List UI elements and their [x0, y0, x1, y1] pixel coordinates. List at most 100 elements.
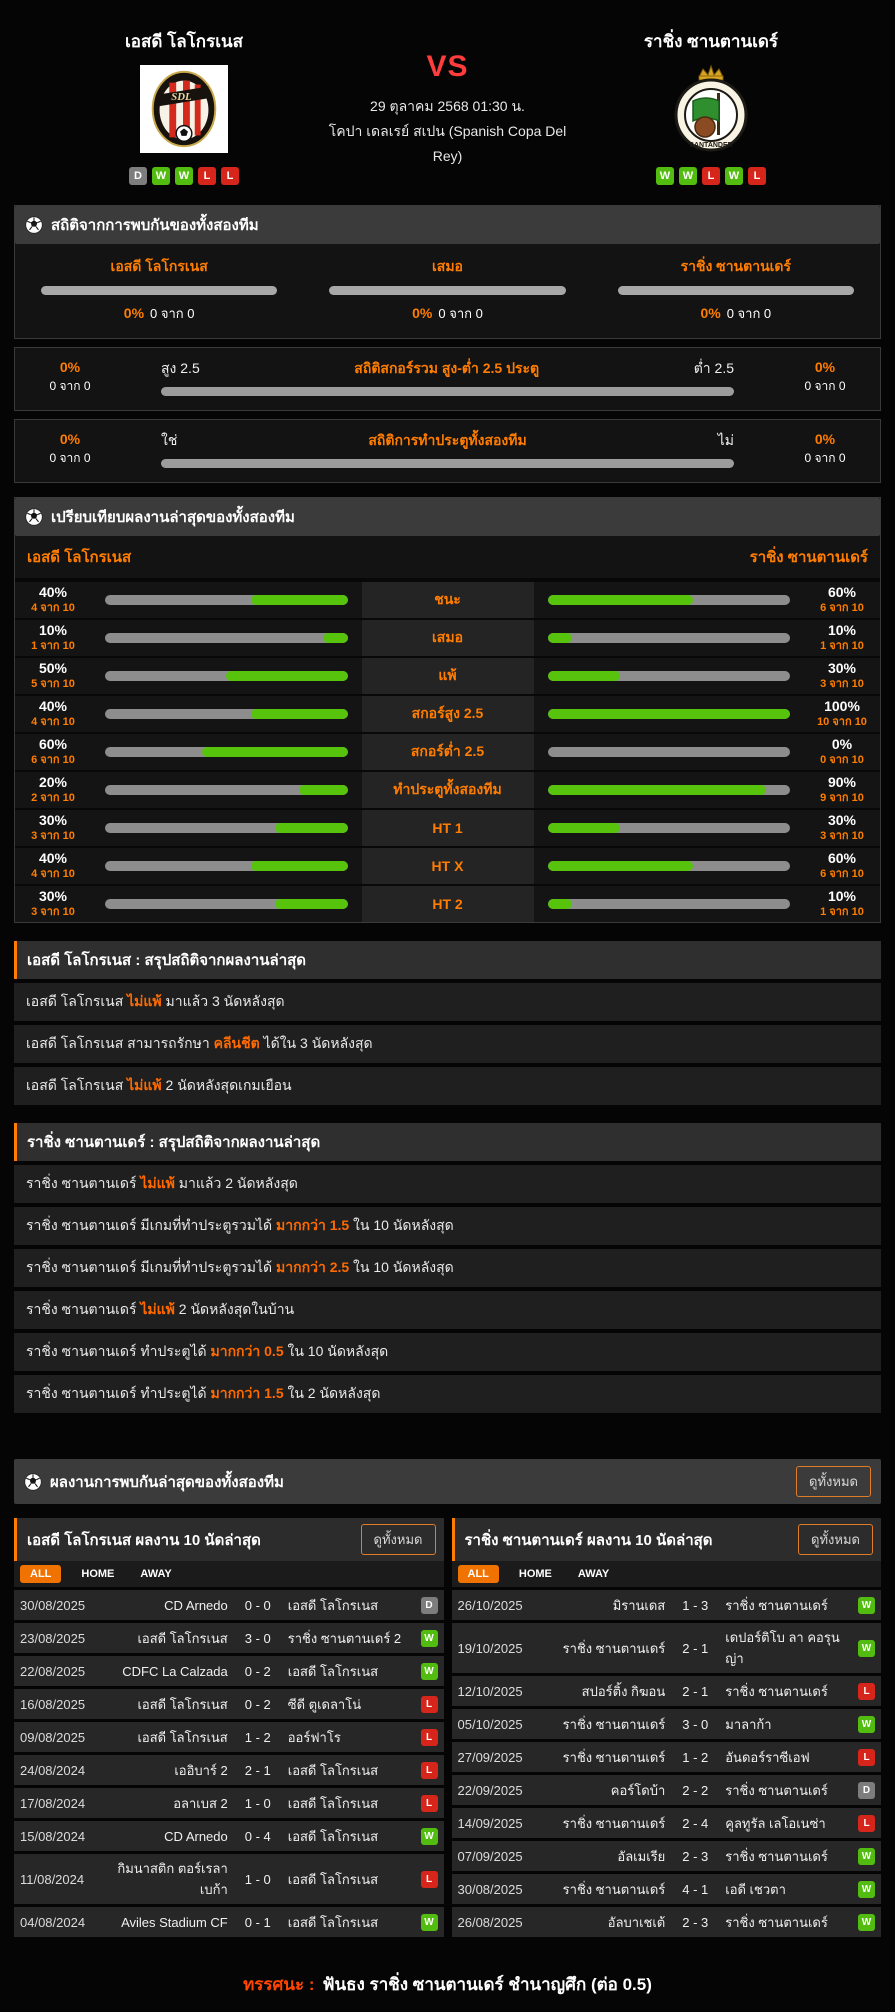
away-count: 3 จาก 10 [804, 830, 880, 844]
sd-logrones-crest-icon: SDL [140, 65, 228, 153]
match-away-team: มาลาก้า [725, 1714, 843, 1735]
match-result-badge: W [421, 1663, 438, 1680]
match-result-badge: L [421, 1762, 438, 1779]
away-team-block: ราชิ่ง ซานตานเดร์ SANTANDER WWLWL [571, 28, 851, 185]
tab-home[interactable]: HOME [513, 1565, 558, 1583]
over-label: สูง 2.5 [161, 358, 200, 380]
away-percent: 100% [804, 698, 880, 716]
btts-yes-percent: 0% [60, 431, 80, 447]
match-result-badge: L [421, 1795, 438, 1812]
home-progress-bar [105, 785, 348, 795]
match-row: 24/08/2024 เออิบาร์ 2 2 - 1 เอสดี โลโกรเ… [14, 1755, 444, 1785]
match-away-team: เอดี เชวตา [725, 1879, 843, 1900]
home-summary-header: เอสดี โลโกรเนส : สรุปสถิติจากผลงานล่าสุด [14, 941, 881, 979]
vs-label: VS [426, 50, 468, 84]
form-result-badge: L [748, 167, 766, 185]
match-result-badge: L [421, 1729, 438, 1746]
match-home-team: CD Arnedo [110, 1829, 228, 1844]
match-date: 24/08/2024 [20, 1763, 106, 1778]
match-score: 0 - 0 [232, 1598, 284, 1613]
away-percent: 60% [804, 850, 880, 868]
btts-no-label: ไม่ [718, 430, 734, 452]
away-progress-bar [548, 823, 791, 833]
match-away-team: เอสดี โลโกรเนส [288, 1826, 406, 1847]
btts-yes-stat: 0% 0 จาก 0 [15, 431, 125, 468]
h2h-away-percent: 0% [700, 305, 720, 321]
comparison-home-stat: 20% 2 จาก 10 [15, 774, 91, 805]
comparison-row: 30% 3 จาก 10 HT 2 10% 1 จาก 10 [15, 884, 880, 922]
match-away-team: เอสดี โลโกรเนส [288, 1595, 406, 1616]
under-percent: 0% [815, 359, 835, 375]
match-score: 2 - 3 [669, 1915, 721, 1930]
svg-text:SDL: SDL [171, 91, 192, 103]
form-result-badge: L [198, 167, 216, 185]
comparison-rows: 40% 4 จาก 10 ชนะ 60% 6 จาก 10 10% 1 จาก … [15, 580, 880, 922]
match-row: 27/09/2025 ราชิ่ง ซานตานเดร์ 1 - 2 อันดอ… [452, 1742, 882, 1772]
home-count: 4 จาก 10 [15, 602, 91, 616]
match-row: 30/08/2025 CD Arnedo 0 - 0 เอสดี โลโกรเน… [14, 1590, 444, 1620]
h2h-home-count: 0 จาก 0 [150, 306, 194, 321]
tab-home[interactable]: HOME [75, 1565, 120, 1583]
tab-away[interactable]: AWAY [134, 1565, 177, 1583]
soccer-ball-icon [25, 216, 43, 234]
h2h-away-label: ราชิ่ง ซานตานเดร์ [681, 256, 791, 278]
away-table-view-all-button[interactable]: ดูทั้งหมด [798, 1524, 873, 1555]
match-row: 12/10/2025 สปอร์ติ้ง กิฆอน 2 - 1 ราชิ่ง … [452, 1676, 882, 1706]
match-score: 2 - 1 [669, 1641, 721, 1656]
match-home-team: มิรานเดส [548, 1595, 666, 1616]
h2h-home-percent: 0% [124, 305, 144, 321]
match-away-team: ราชิ่ง ซานตานเดร์ [725, 1681, 843, 1702]
summary-row: เอสดี โลโกรเนส สามารถรักษา คลีนชีต ได้ใน… [14, 1025, 881, 1063]
home-progress-bar [105, 633, 348, 643]
tab-all[interactable]: ALL [458, 1565, 499, 1583]
match-away-team: เอสดี โลโกรเนส [288, 1912, 406, 1933]
match-away-team: เอสดี โลโกรเนส [288, 1661, 406, 1682]
away-form-badges: WWLWL [656, 167, 766, 185]
home-table-rows: 30/08/2025 CD Arnedo 0 - 0 เอสดี โลโกรเน… [14, 1590, 444, 1937]
match-away-team: ออร์ฟาโร [288, 1727, 406, 1748]
view-all-meetings-button[interactable]: ดูทั้งหมด [796, 1466, 871, 1497]
match-date: 30/08/2025 [458, 1882, 544, 1897]
home-team-logo: SDL [138, 63, 230, 155]
home-table-view-all-button[interactable]: ดูทั้งหมด [361, 1524, 436, 1555]
match-result-badge: W [858, 1597, 875, 1614]
match-away-team: เอสดี โลโกรเนส [288, 1760, 406, 1781]
match-result-badge: W [421, 1828, 438, 1845]
home-count: 3 จาก 10 [15, 830, 91, 844]
h2h-draw-bar [329, 286, 565, 295]
summary-row: ราชิ่ง ซานตานเดร์ ไม่แพ้ 2 นัดหลังสุดในบ… [14, 1291, 881, 1329]
tab-all[interactable]: ALL [20, 1565, 61, 1583]
comparison-home-stat: 30% 3 จาก 10 [15, 888, 91, 919]
comparison-metric-label: สกอร์สูง 2.5 [362, 696, 534, 732]
comparison-home-stat: 60% 6 จาก 10 [15, 736, 91, 767]
comparison-home-stat: 40% 4 จาก 10 [15, 698, 91, 729]
racing-santander-crest-icon: SANTANDER [665, 63, 757, 155]
btts-yes-label: ใช่ [161, 430, 177, 452]
form-result-badge: W [152, 167, 170, 185]
match-competition: โคปา เดลเรย์ สเปน (Spanish Copa Del Rey) [324, 119, 571, 169]
home-count: 4 จาก 10 [15, 868, 91, 882]
match-date: 12/10/2025 [458, 1684, 544, 1699]
match-score: 2 - 4 [669, 1816, 721, 1831]
match-row: 15/08/2024 CD Arnedo 0 - 4 เอสดี โลโกรเน… [14, 1821, 444, 1851]
match-header: เอสดี โลโกรเนส SDL DWWLL VS [14, 14, 881, 191]
comparison-away-stat: 90% 9 จาก 10 [804, 774, 880, 805]
away-progress-bar [548, 861, 791, 871]
tab-away[interactable]: AWAY [572, 1565, 615, 1583]
match-date: 17/08/2024 [20, 1796, 106, 1811]
home-progress-bar [105, 709, 348, 719]
match-info: VS 29 ตุลาคม 2568 01:30 น. โคปา เดลเรย์ … [324, 28, 571, 185]
h2h-draw-column: เสมอ 0%0 จาก 0 [303, 256, 591, 324]
comparison-home-stat: 50% 5 จาก 10 [15, 660, 91, 691]
match-score: 3 - 0 [669, 1717, 721, 1732]
home-progress-bar [105, 595, 348, 605]
match-row: 23/08/2025 เอสดี โลโกรเนส 3 - 0 ราชิ่ง ซ… [14, 1623, 444, 1653]
home-progress-fill [251, 709, 348, 719]
away-progress-fill [548, 595, 694, 605]
comparison-section-title: เปรียบเทียบผลงานล่าสุดของทั้งสองทีม [51, 505, 295, 529]
away-team-name: ราชิ่ง ซานตานเดร์ [644, 28, 778, 55]
match-away-team: ซีดี ตูเดลาโน่ [288, 1694, 406, 1715]
home-count: 3 จาก 10 [15, 906, 91, 920]
away-count: 1 จาก 10 [804, 640, 880, 654]
match-away-team: ราชิ่ง ซานตานเดร์ [725, 1595, 843, 1616]
